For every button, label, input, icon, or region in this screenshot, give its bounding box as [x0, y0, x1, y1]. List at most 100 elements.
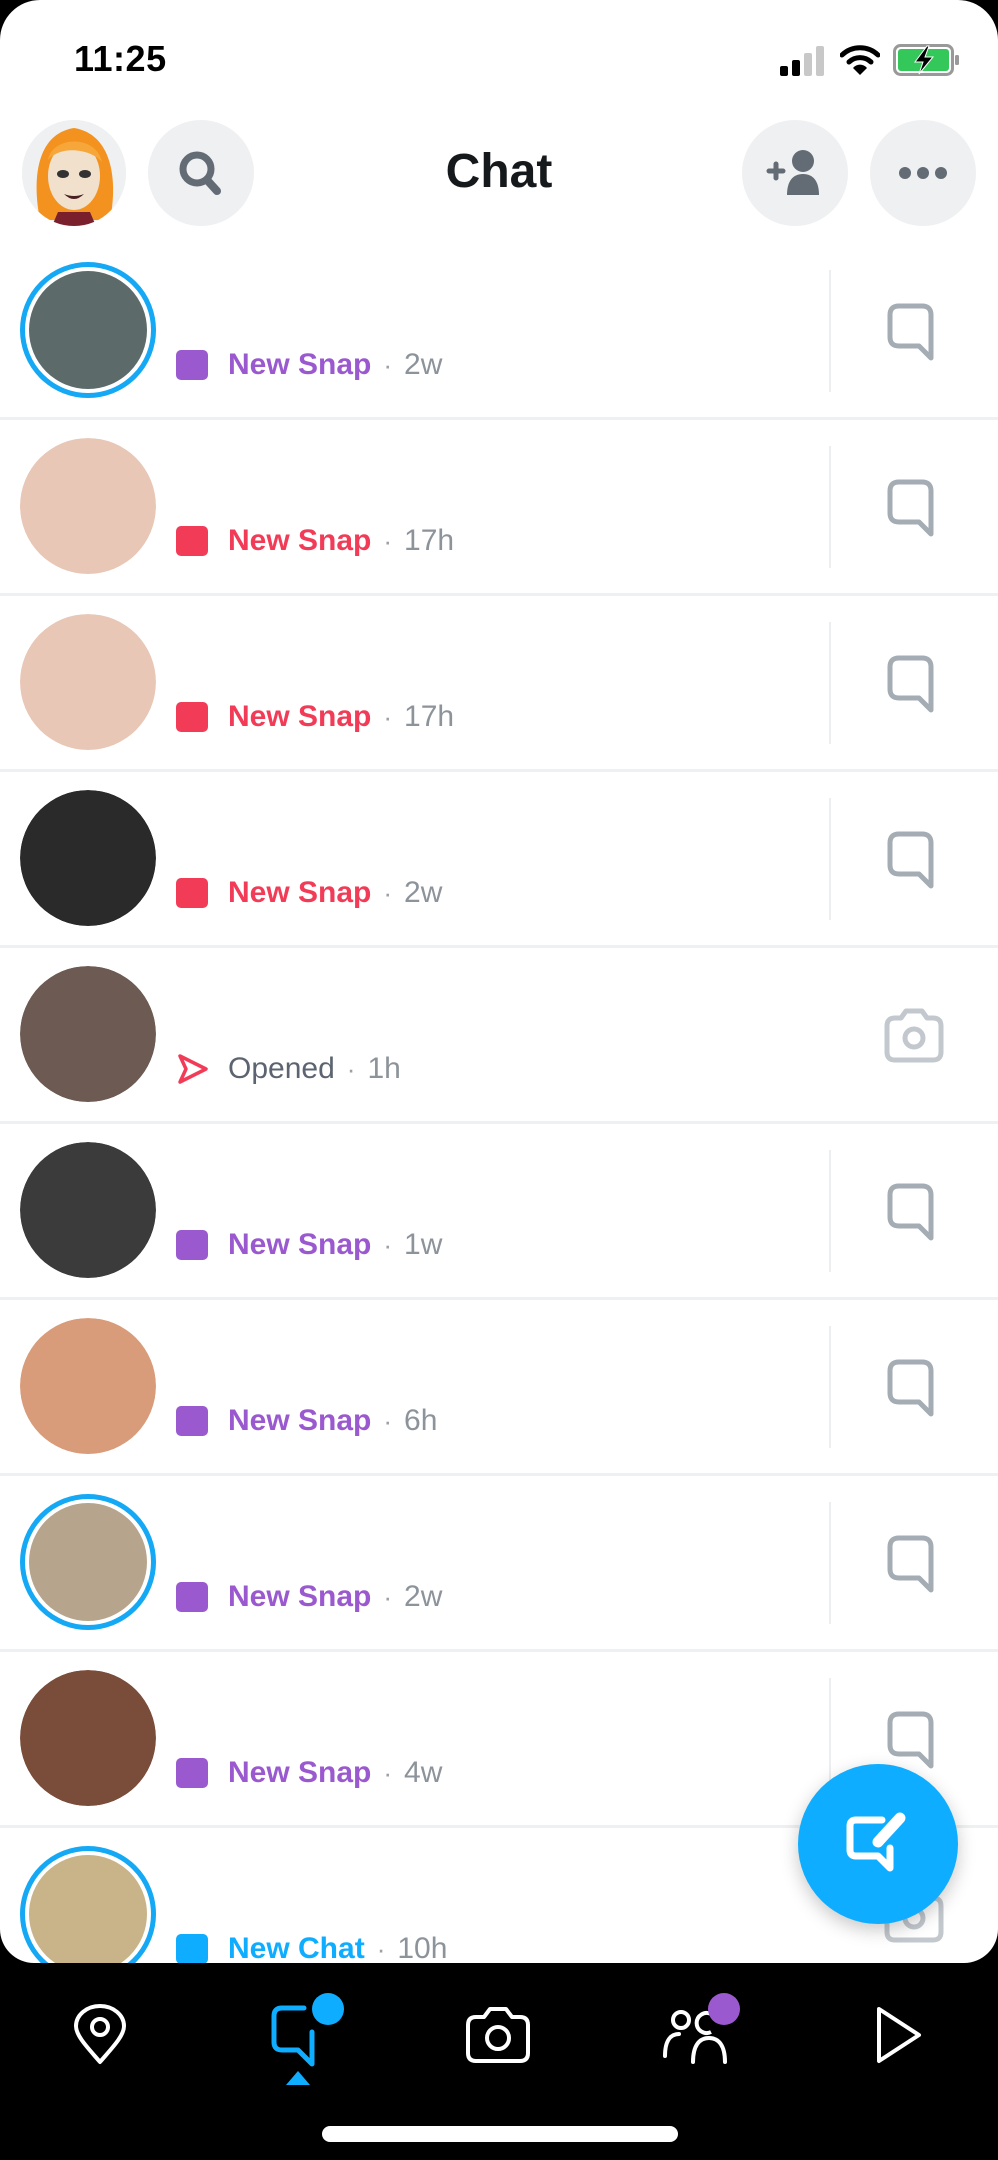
friend-name-redacted — [178, 1516, 598, 1546]
status-square-icon — [176, 350, 208, 380]
more-button[interactable] — [870, 120, 976, 226]
wifi-icon — [840, 45, 880, 75]
time-ago: 17h — [404, 524, 455, 557]
nav-stories[interactable] — [658, 1993, 740, 2075]
quick-chat-button[interactable] — [876, 822, 952, 898]
chat-row[interactable]: New Snap · 2w — [0, 244, 998, 420]
status-label: New Snap — [228, 524, 372, 557]
chat-row[interactable]: Opened · 1h — [0, 948, 998, 1124]
time-ago: 2w — [404, 1580, 443, 1613]
friend-name-redacted — [178, 284, 598, 314]
chat-row[interactable]: New Snap · 17h — [0, 596, 998, 772]
row-divider — [829, 1150, 831, 1272]
row-divider — [829, 446, 831, 568]
friend-avatar[interactable] — [20, 1670, 156, 1806]
status-label: New Snap — [228, 348, 372, 381]
friend-avatar[interactable] — [20, 1494, 156, 1630]
play-icon — [877, 2007, 921, 2063]
new-chat-icon — [846, 1812, 906, 1872]
chat-bubble-icon — [887, 303, 934, 361]
separator-dot: · — [383, 701, 393, 732]
active-tab-indicator — [286, 2071, 310, 2085]
friend-avatar[interactable] — [20, 438, 156, 574]
page-title: Chat — [445, 145, 553, 198]
quick-chat-button[interactable] — [876, 646, 952, 722]
friend-avatar[interactable] — [20, 790, 156, 926]
chat-badge — [312, 1993, 344, 2025]
chat-list: New Snap · 2w New Snap · 17h New Snap · 17h New S… — [0, 244, 998, 1963]
chat-status: New Snap · 2w — [176, 348, 442, 382]
quick-chat-button[interactable] — [876, 1350, 952, 1426]
nav-map[interactable] — [60, 1995, 140, 2075]
friend-name-redacted — [178, 636, 598, 666]
quick-chat-button[interactable] — [876, 294, 952, 370]
chat-header: Chat — [0, 118, 998, 228]
separator-dot: · — [346, 1053, 356, 1084]
nav-camera[interactable] — [458, 1995, 538, 2075]
status-bar: 11:25 — [0, 0, 998, 110]
quick-chat-button[interactable] — [876, 470, 952, 546]
camera-reply-icon — [884, 1008, 944, 1063]
chat-row[interactable]: New Snap · 6h — [0, 1300, 998, 1476]
time-ago: 6h — [404, 1404, 438, 1437]
chat-bubble-icon — [887, 655, 934, 713]
chat-bubble-icon — [887, 1535, 934, 1593]
quick-chat-button[interactable] — [876, 1526, 952, 1602]
chat-screen: 11:25 Chat New Snap · 2w New Snap · 17h … — [0, 0, 998, 1963]
separator-dot: · — [383, 525, 393, 556]
quick-snap-button[interactable] — [876, 998, 952, 1074]
time-ago: 1w — [404, 1228, 443, 1261]
chat-status: New Snap · 17h — [176, 700, 454, 734]
chat-status: New Snap · 2w — [176, 1580, 442, 1614]
friend-name-redacted — [178, 988, 598, 1018]
battery-charging-icon — [893, 44, 959, 76]
time-ago: 2w — [404, 348, 443, 381]
status-square-icon — [176, 1406, 208, 1436]
status-square-icon — [176, 702, 208, 732]
row-divider — [829, 1326, 831, 1448]
add-friend-button[interactable] — [742, 120, 848, 226]
status-square-icon — [176, 1934, 208, 1963]
friend-avatar[interactable] — [20, 614, 156, 750]
friend-avatar[interactable] — [20, 966, 156, 1102]
status-label: New Snap — [228, 1580, 372, 1613]
status-label: Opened — [228, 1052, 335, 1085]
status-label: New Snap — [228, 700, 372, 733]
time-ago: 2w — [404, 876, 443, 909]
row-divider — [829, 270, 831, 392]
status-square-icon — [176, 878, 208, 908]
friend-avatar[interactable] — [20, 262, 156, 398]
separator-dot: · — [383, 1405, 393, 1436]
status-square-icon — [176, 1230, 208, 1260]
status-square-icon — [176, 1582, 208, 1612]
camera-icon — [466, 2007, 530, 2063]
chat-status: New Chat · 10h — [176, 1932, 447, 1963]
friend-avatar[interactable] — [20, 1318, 156, 1454]
status-label: New Snap — [228, 876, 372, 909]
new-chat-button[interactable] — [798, 1764, 958, 1924]
separator-dot: · — [383, 877, 393, 908]
chat-row[interactable]: New Snap · 2w — [0, 772, 998, 948]
home-indicator[interactable] — [322, 2126, 678, 2142]
map-pin-icon — [74, 2004, 126, 2064]
separator-dot: · — [383, 349, 393, 380]
signal-icon — [780, 46, 824, 76]
time-ago: 10h — [397, 1932, 448, 1963]
chat-bubble-icon — [887, 1183, 934, 1241]
friend-name-redacted — [178, 1868, 598, 1898]
time-ago: 1h — [367, 1052, 401, 1085]
friend-avatar[interactable] — [20, 1142, 156, 1278]
status-time: 11:25 — [74, 38, 167, 79]
nav-chat[interactable] — [258, 1993, 344, 2075]
nav-spotlight[interactable] — [858, 1995, 938, 2075]
opened-arrow-icon — [178, 1054, 208, 1084]
friend-avatar[interactable] — [20, 1846, 156, 1963]
chat-row[interactable]: New Snap · 17h — [0, 420, 998, 596]
status-label: New Snap — [228, 1756, 372, 1789]
quick-chat-button[interactable] — [876, 1174, 952, 1250]
chat-bubble-icon — [887, 1711, 934, 1769]
row-divider — [829, 798, 831, 920]
chat-row[interactable]: New Snap · 1w — [0, 1124, 998, 1300]
chat-row[interactable]: New Snap · 2w — [0, 1476, 998, 1652]
separator-dot: · — [383, 1229, 393, 1260]
